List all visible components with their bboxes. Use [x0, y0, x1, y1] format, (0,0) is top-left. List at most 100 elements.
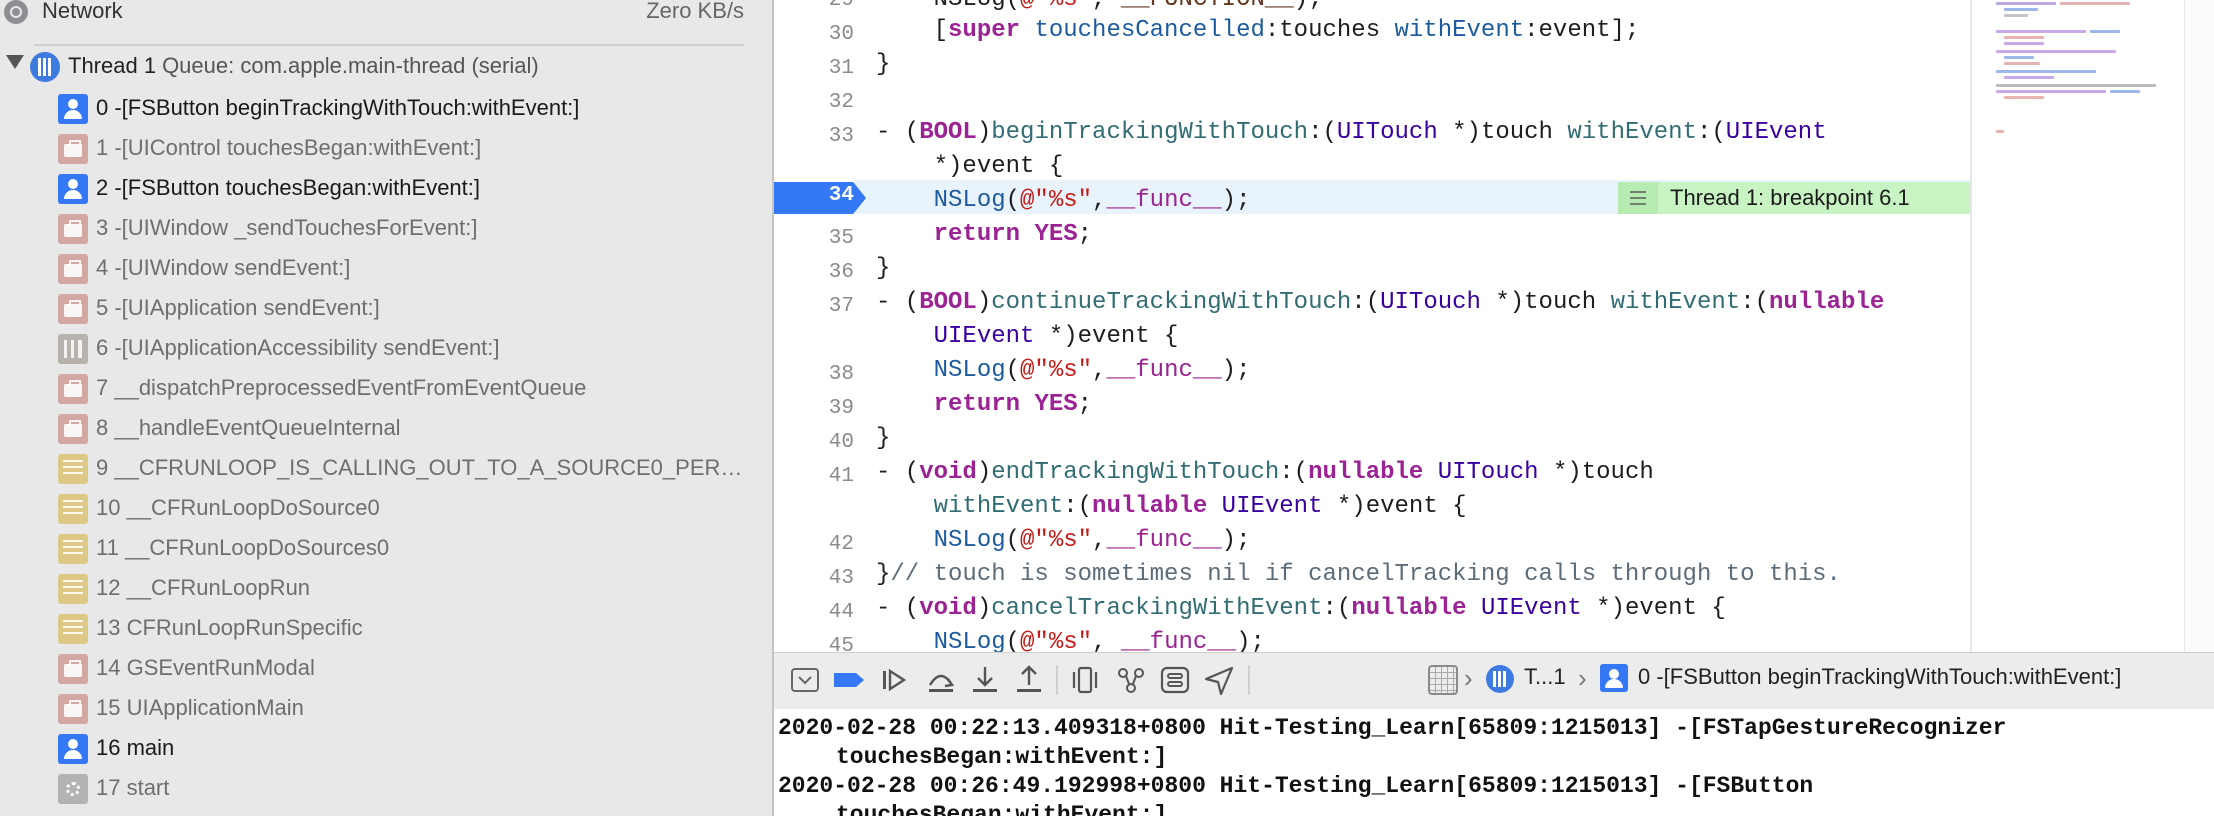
line-number[interactable]: 36	[774, 261, 854, 284]
lines-icon	[58, 614, 88, 644]
code-line: [super touchesCancelled:touches withEven…	[876, 17, 1640, 44]
code-line: - (void)endTrackingWithTouch:(nullable U…	[876, 459, 1654, 486]
code-line: UIEvent *)event {	[933, 323, 1179, 350]
code-line: return YES;	[933, 391, 1093, 418]
memory-graph-button[interactable]	[1114, 663, 1148, 697]
stack-frame-label: 2 -[FSButton touchesBegan:withEvent:]	[96, 175, 481, 200]
stack-frame-label: 13 CFRunLoopRunSpecific	[96, 615, 363, 640]
stack-frame-row[interactable]: 1 -[UIControl touchesBegan:withEvent:]	[0, 129, 772, 169]
stack-frame-row[interactable]: 11 __CFRunLoopDoSources0	[0, 529, 772, 569]
line-number[interactable]: 42	[774, 533, 854, 556]
network-row[interactable]: Network Zero KB/s	[0, 0, 772, 30]
line-number[interactable]: 45	[774, 635, 854, 652]
stack-frame-row[interactable]: 2 -[FSButton touchesBegan:withEvent:]	[0, 169, 772, 209]
stack-frame-row[interactable]: 12 __CFRunLoopRun	[0, 569, 772, 609]
thread-icon	[30, 52, 60, 82]
continue-button[interactable]	[878, 663, 912, 697]
stack-frame-row[interactable]: 17 start	[0, 769, 772, 809]
code-line: NSLog(@"%s",__func__);	[933, 527, 1251, 554]
line-number[interactable]: 33	[774, 125, 854, 148]
debug-navigator: Network Zero KB/s Thread 1 Queue: com.app…	[0, 0, 772, 816]
step-into-button[interactable]	[968, 663, 1002, 697]
code-line: }// touch is sometimes nil if cancelTrac…	[876, 561, 1841, 588]
line-number[interactable]: 29	[774, 0, 854, 12]
code-line: *)event {	[876, 153, 1064, 180]
step-out-button[interactable]	[1012, 663, 1046, 697]
stack-frame-row[interactable]: 3 -[UIWindow _sendTouchesForEvent:]	[0, 209, 772, 249]
stack-frame-row[interactable]: 7 __dispatchPreprocessedEventFromEventQu…	[0, 369, 772, 409]
breakpoint-label: Thread 1: breakpoint 6.1	[1670, 185, 1910, 210]
stack-frame-label: 17 start	[96, 775, 170, 800]
hide-debug-area-button[interactable]	[788, 663, 822, 697]
line-number[interactable]: 43	[774, 567, 854, 590]
console-line: 2020-02-28 00:22:13.409318+0800 Hit-Test…	[778, 715, 2007, 741]
person-icon	[58, 94, 88, 124]
breakpoint-line-number: 34	[828, 184, 854, 207]
network-speed: Zero KB/s	[646, 0, 744, 23]
breadcrumb-thread[interactable]: T...1	[1524, 664, 1566, 690]
debug-bar: › T...1 › 0 -[FSButton beginTrackingWith…	[774, 652, 2214, 710]
breakpoint-annotation[interactable]: Thread 1: breakpoint 6.1	[1618, 182, 1994, 214]
breakpoints-toggle-button[interactable]	[832, 663, 866, 697]
environment-overrides-button[interactable]	[1158, 663, 1192, 697]
stack-frame-row[interactable]: 0 -[FSButton beginTrackingWithTouch:with…	[0, 89, 772, 129]
person-icon	[58, 174, 88, 204]
line-number[interactable]: 37	[774, 295, 854, 318]
stack-frame-row[interactable]: 10 __CFRunLoopDoSource0	[0, 489, 772, 529]
line-number[interactable]: 38	[774, 363, 854, 386]
lines-icon	[58, 494, 88, 524]
app-grid-icon[interactable]	[1428, 665, 1458, 695]
stack-frame-row[interactable]: 9 __CFRUNLOOP_IS_CALLING_OUT_TO_A_SOURCE…	[0, 449, 772, 489]
line-number[interactable]: 44	[774, 601, 854, 624]
briefcase-icon	[58, 694, 88, 724]
stack-frame-label: 15 UIApplicationMain	[96, 695, 304, 720]
stack-frame-row[interactable]: 5 -[UIApplication sendEvent:]	[0, 289, 772, 329]
line-number[interactable]: 30	[774, 23, 854, 46]
code-line: - (BOOL)continueTrackingWithTouch:(UITou…	[876, 289, 1885, 316]
line-number[interactable]: 32	[774, 91, 854, 114]
stack-frame-label: 3 -[UIWindow _sendTouchesForEvent:]	[96, 215, 478, 240]
briefcase-icon	[58, 374, 88, 404]
step-over-button[interactable]	[924, 663, 958, 697]
code-line: NSLog(@"%s", __func__);	[933, 629, 1265, 652]
debug-view-hierarchy-button[interactable]	[1068, 663, 1102, 697]
breadcrumb-frame[interactable]: 0 -[FSButton beginTrackingWithTouch:with…	[1638, 664, 2121, 690]
stack-frame-row[interactable]: 8 __handleEventQueueInternal	[0, 409, 772, 449]
line-number[interactable]: 41	[774, 465, 854, 488]
stack-frame-row[interactable]: 4 -[UIWindow sendEvent:]	[0, 249, 772, 289]
minimap[interactable]	[1970, 0, 2180, 652]
code-line: NSLog(@"%s",__func__);	[933, 187, 1251, 214]
stack-frame-row[interactable]: 14 GSEventRunModal	[0, 649, 772, 689]
line-number[interactable]: 40	[774, 431, 854, 454]
code-line: - (BOOL)beginTrackingWithTouch:(UITouch …	[876, 119, 1827, 146]
line-number[interactable]: 39	[774, 397, 854, 420]
stack-frame-label: 16 main	[96, 735, 175, 760]
code-line: }	[876, 425, 891, 452]
lines-icon	[58, 454, 88, 484]
thread-name: Thread 1	[68, 53, 157, 78]
editor-scrollbar[interactable]	[2184, 0, 2214, 652]
stack-frame-row[interactable]: 13 CFRunLoopRunSpecific	[0, 609, 772, 649]
disclosure-triangle-icon[interactable]	[6, 55, 24, 69]
line-number[interactable]: 35	[774, 227, 854, 250]
lines-icon	[58, 574, 88, 604]
line-number[interactable]: 31	[774, 57, 854, 80]
briefcase-icon	[58, 214, 88, 244]
stack-frame-label: 0 -[FSButton beginTrackingWithTouch:with…	[96, 95, 580, 120]
thread-icon	[1486, 665, 1514, 693]
annotation-menu-icon[interactable]	[1618, 182, 1658, 214]
simulate-location-button[interactable]	[1202, 663, 1236, 697]
briefcase-icon	[58, 254, 88, 284]
code-line: - (void)cancelTrackingWithEvent:(nullabl…	[876, 595, 1726, 622]
stack-frame-row[interactable]: 15 UIApplicationMain	[0, 689, 772, 729]
thread-row[interactable]: Thread 1 Queue: com.apple.main-thread (se…	[0, 51, 772, 82]
stack-frame-label: 12 __CFRunLoopRun	[96, 575, 311, 600]
stack-frame-row[interactable]: 16 main	[0, 729, 772, 769]
stack-frame-row[interactable]: 6 -[UIApplicationAccessibility sendEvent…	[0, 329, 772, 369]
briefcase-icon	[58, 294, 88, 324]
stack-frame-label: 7 __dispatchPreprocessedEventFromEventQu…	[96, 375, 587, 400]
code-line: }	[876, 51, 891, 78]
stack-frame-label: 1 -[UIControl touchesBegan:withEvent:]	[96, 135, 482, 160]
console-output[interactable]: 2020-02-28 00:22:13.409318+0800 Hit-Test…	[774, 709, 2214, 816]
source-editor[interactable]: 29 30 31 32 33 35 36 37 38 39 40 41 42 43 44 45 34 NSLo…	[774, 0, 2214, 652]
